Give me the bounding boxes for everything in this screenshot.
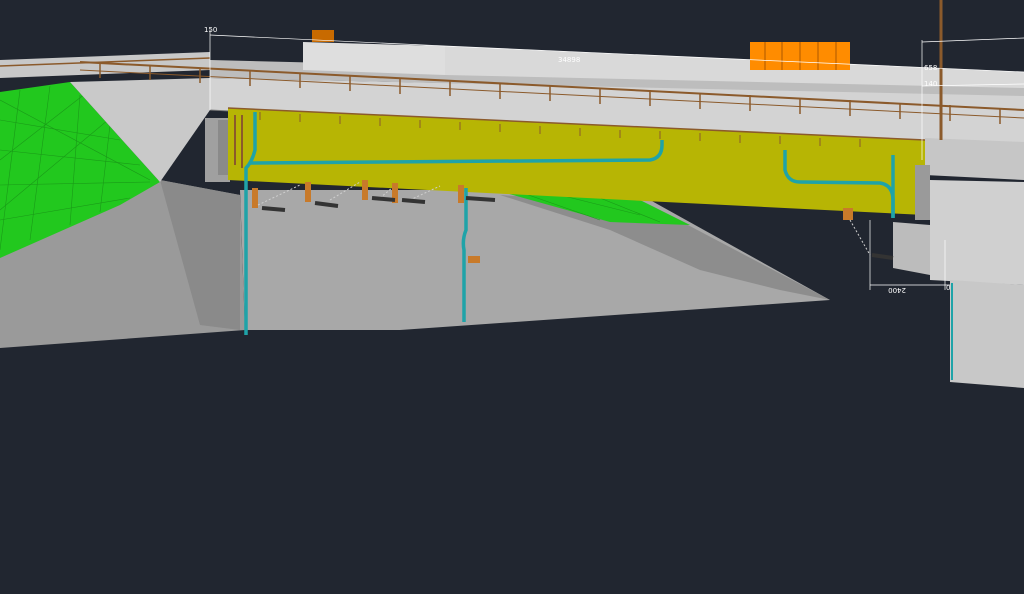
dimension-label-top-left: 150 (204, 26, 217, 34)
dimension-label-bottom-right-small: 0 (946, 284, 950, 292)
cad-viewport[interactable]: 150 34898 658 140 2400 0 (0, 0, 1024, 594)
dimension-label-bottom-right: 2400 (888, 286, 906, 294)
dimension-label-span: 34898 (558, 56, 580, 64)
dimension-label-right-top: 658 (924, 64, 937, 72)
dimension-label-right-mid: 140 (924, 80, 937, 88)
